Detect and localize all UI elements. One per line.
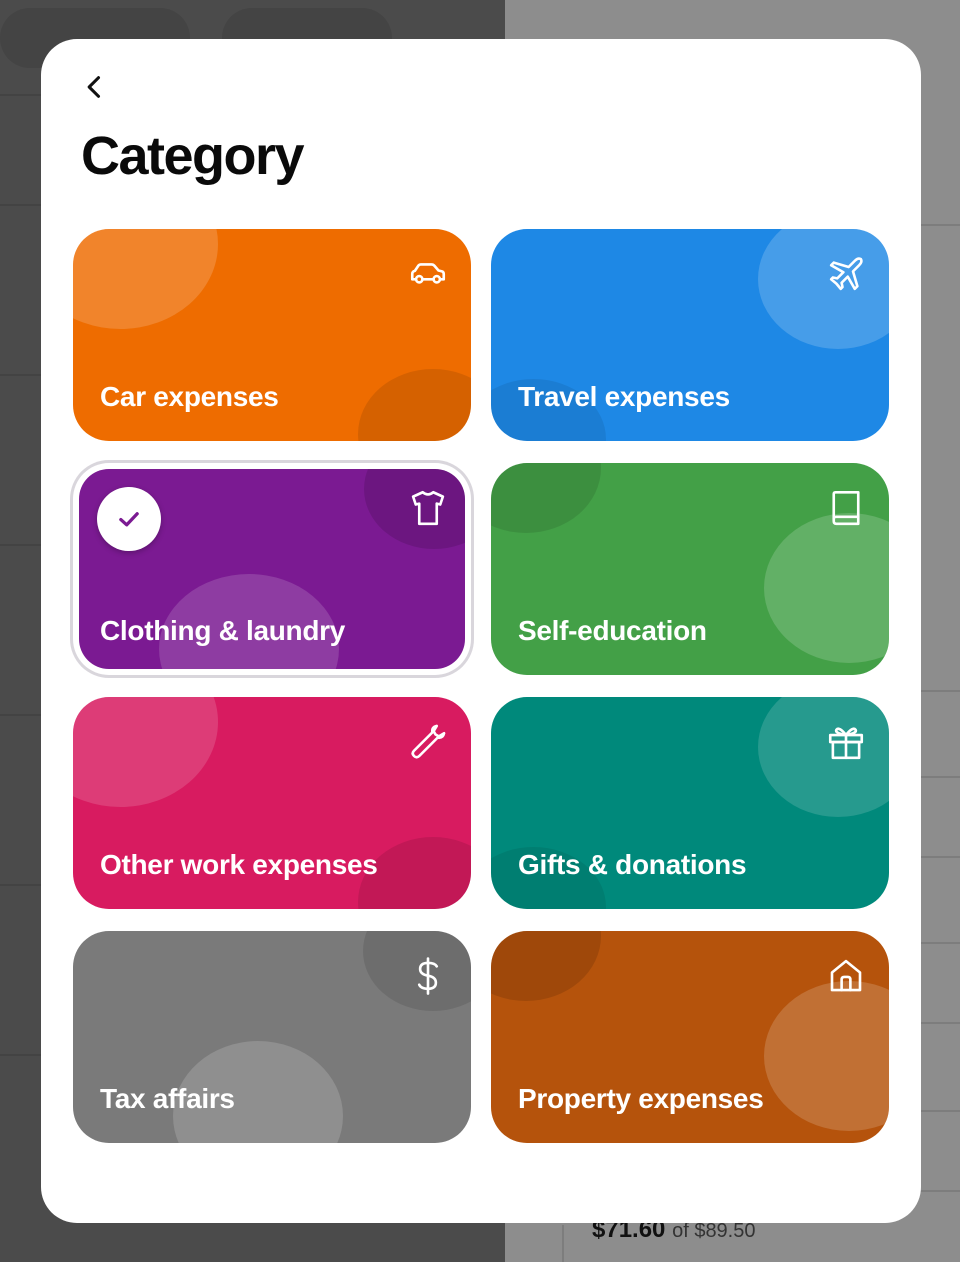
tshirt-icon — [407, 487, 449, 529]
book-icon — [825, 487, 867, 529]
background-divider — [562, 1225, 564, 1262]
back-button[interactable] — [71, 63, 119, 111]
category-label: Property expenses — [518, 1083, 764, 1114]
category-modal: Category Car expenses Travel expenses Cl… — [41, 39, 921, 1223]
dollar-icon — [407, 955, 449, 997]
page-title: Category — [81, 126, 305, 186]
wrench-icon — [407, 721, 449, 763]
category-label: Car expenses — [100, 381, 279, 412]
category-label: Travel expenses — [518, 381, 730, 412]
category-card-travel-expenses[interactable]: Travel expenses — [491, 229, 889, 441]
category-card-self-education[interactable]: Self-education — [491, 463, 889, 675]
category-card-gifts-donations[interactable]: Gifts & donations — [491, 697, 889, 909]
house-icon — [825, 955, 867, 997]
category-label: Self-education — [518, 615, 707, 646]
car-icon — [407, 253, 449, 295]
airplane-icon — [825, 253, 867, 295]
category-card-tax-affairs[interactable]: Tax affairs — [73, 931, 471, 1143]
category-label: Gifts & donations — [518, 849, 747, 880]
gift-icon — [825, 721, 867, 763]
checkmark-icon — [119, 512, 139, 527]
category-card-property-expenses[interactable]: Property expenses — [491, 931, 889, 1143]
category-card-other-work-expenses[interactable]: Other work expenses — [73, 697, 471, 909]
category-card-clothing-laundry[interactable]: Clothing & laundry — [73, 463, 471, 675]
category-label: Tax affairs — [100, 1083, 235, 1114]
price-total: of $89.50 — [672, 1220, 756, 1242]
chevron-left-icon — [87, 76, 101, 98]
category-label: Other work expenses — [100, 849, 378, 880]
category-label: Clothing & laundry — [100, 615, 346, 646]
selected-check-badge — [97, 487, 161, 551]
category-card-car-expenses[interactable]: Car expenses — [73, 229, 471, 441]
